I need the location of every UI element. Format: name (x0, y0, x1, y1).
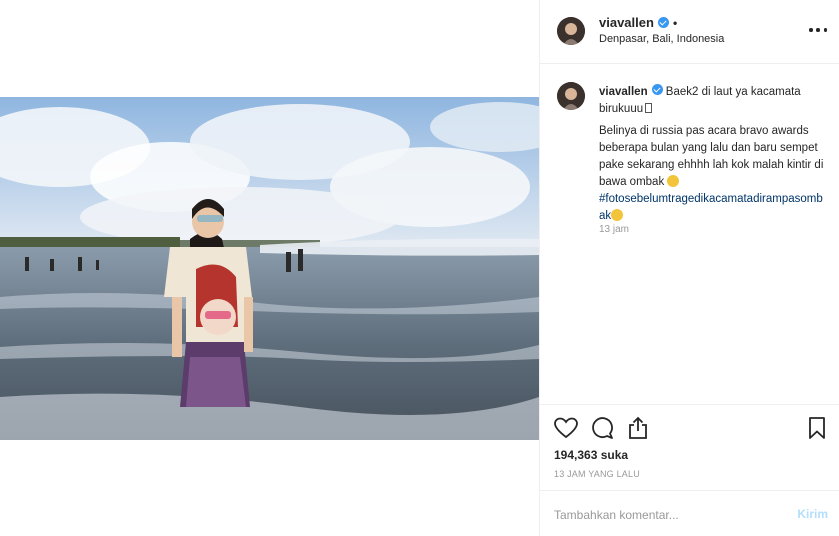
caption-timestamp[interactable]: 13 jam (599, 224, 629, 235)
caption-line2: Belinya di russia pas acara bravo awards… (599, 125, 824, 188)
username-row: viavallen • (599, 15, 677, 30)
comment-input[interactable] (554, 505, 774, 525)
caption-verified-icon (651, 84, 663, 95)
verified-badge-icon (657, 17, 669, 28)
media-pane (0, 0, 539, 536)
share-icon[interactable] (625, 415, 651, 441)
heart-icon[interactable] (553, 415, 579, 441)
sad-face-emoji-icon (667, 175, 680, 187)
caption-area: viavallen Baek2 di laut ya kacamata biru… (540, 64, 839, 404)
comment-area: Kirim (540, 490, 839, 536)
unknown-glyph-icon (645, 103, 653, 113)
hashtag-link[interactable]: #fotosebelumtragedikacamatadirampasombak (599, 193, 823, 222)
caption-avatar[interactable] (557, 82, 585, 110)
likes-count[interactable]: 194,363 suka (554, 448, 628, 462)
more-options-icon[interactable] (809, 23, 827, 37)
post-time-ago[interactable]: 13 JAM YANG LALU (554, 469, 640, 479)
grimace-emoji-icon (611, 209, 624, 221)
beach-photo-image (0, 97, 539, 440)
comment-bubble-icon[interactable] (589, 415, 615, 441)
post-photo[interactable] (0, 97, 539, 440)
post-header: viavallen • Denpasar, Bali, Indonesia (540, 0, 839, 64)
actions-area: 194,363 suka 13 JAM YANG LALU (540, 404, 839, 490)
avatar[interactable] (557, 17, 585, 45)
post-sidebar: viavallen • Denpasar, Bali, Indonesia vi… (539, 0, 839, 536)
caption-text: viavallen Baek2 di laut ya kacamata biru… (599, 84, 825, 225)
separator-dot: • (672, 15, 678, 30)
post-comment-button[interactable]: Kirim (797, 507, 828, 521)
caption-username[interactable]: viavallen (599, 86, 648, 98)
location-link[interactable]: Denpasar, Bali, Indonesia (599, 33, 724, 45)
username-link[interactable]: viavallen (599, 15, 654, 30)
bookmark-icon[interactable] (804, 415, 830, 441)
